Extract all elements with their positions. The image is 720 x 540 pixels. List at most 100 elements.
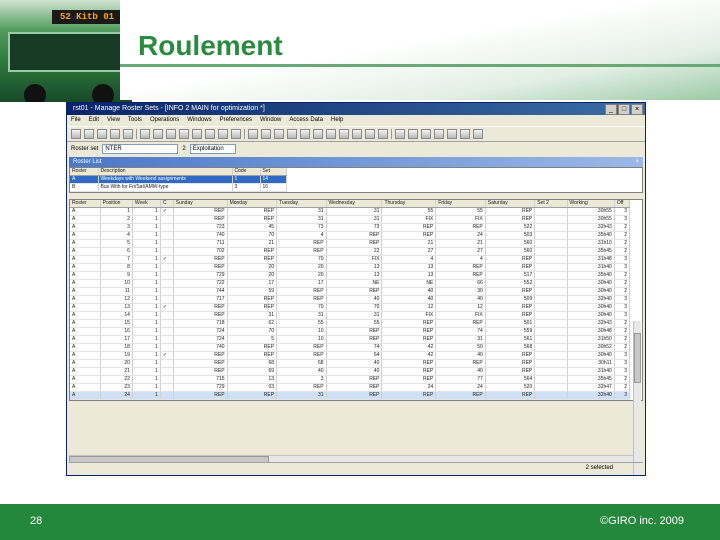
menu-item[interactable]: Tools — [128, 115, 142, 126]
column-header[interactable]: Monday — [227, 200, 278, 208]
menu-item[interactable]: Windows — [187, 115, 211, 126]
table-row[interactable]: A 22 1 715 13 3 REP REP 77 564 35h45 2 — [70, 375, 631, 384]
maximize-button[interactable]: □ — [618, 104, 630, 115]
menu-item[interactable]: File — [71, 115, 81, 126]
table-row[interactable]: A 7 1 ✓ REP REP 70 FIX 4 4 REP 31h48 3 — [70, 255, 631, 264]
toolbar-icon[interactable] — [434, 129, 444, 139]
table-row[interactable]: A 11 1 744 59 REP REP 40 30 REP 30h40 2 — [70, 287, 631, 296]
toolbar-icon[interactable] — [261, 129, 271, 139]
table-row[interactable]: A 1 1 ✓ REP REP 31 31 55 55 REP 30h55 3 — [70, 207, 631, 216]
table-row[interactable]: A 12 1 717 REP REP 40 40 40 509 32h40 3 — [70, 295, 631, 304]
toolbar-icon[interactable] — [248, 129, 258, 139]
table-row[interactable]: A 10 1 722 17 17 NE NE 66 552 30h40 2 — [70, 279, 631, 288]
menu-item[interactable]: Help — [331, 115, 343, 126]
toolbar-icon[interactable] — [352, 129, 362, 139]
minimize-button[interactable]: _ — [605, 104, 617, 115]
toolbar-icon[interactable] — [123, 129, 133, 139]
column-header[interactable]: Working — [567, 200, 615, 208]
toolbar-icon[interactable] — [395, 129, 405, 139]
toolbar-icon[interactable] — [300, 129, 310, 139]
column-header[interactable]: Set — [260, 168, 287, 176]
toolbar-icon[interactable] — [408, 129, 418, 139]
table-row[interactable]: A 4 1 740 70 4 REP REP 24 503 35h40 2 — [70, 231, 631, 240]
table-row[interactable]: A 9 1 729 20 20 13 13 REP 517 35h40 2 — [70, 271, 631, 280]
toolbar-icon[interactable] — [166, 129, 176, 139]
toolbar-icon[interactable] — [378, 129, 388, 139]
column-header[interactable]: Thursday — [381, 200, 437, 208]
column-header[interactable]: Wednesday — [326, 200, 383, 208]
table-row[interactable]: A 23 1 729 03 REP REP 24 24 520 32h47 2 — [70, 383, 631, 392]
table-row[interactable]: A 14 1 REP 31 31 31 FIX FIX REP 30h40 3 — [70, 311, 631, 320]
scroll-thumb[interactable] — [634, 333, 641, 383]
close-icon[interactable]: × — [635, 157, 639, 167]
table-row[interactable]: A 2 1 REP REP 31 31 FIX FIX REP 30h55 3 — [70, 215, 631, 224]
menu-item[interactable]: Preferences — [220, 115, 252, 126]
toolbar-icon[interactable] — [447, 129, 457, 139]
menu-item[interactable]: Edit — [89, 115, 99, 126]
cell: 31 — [326, 215, 383, 224]
toolbar-icon[interactable] — [339, 129, 349, 139]
table-row[interactable]: A 20 1 REP 68 68 40 REP REP REP 30h11 3 — [70, 359, 631, 368]
toolbar-icon[interactable] — [218, 129, 228, 139]
column-header[interactable]: Position — [100, 200, 133, 208]
column-header[interactable]: Description — [98, 168, 233, 176]
toolbar-icon[interactable] — [71, 129, 81, 139]
menu-item[interactable]: View — [107, 115, 120, 126]
column-header[interactable]: Off — [614, 200, 631, 208]
table-row[interactable]: B Bus With for Fri/Sat/AMW-type 3 16 — [70, 183, 287, 192]
toolbar-icon[interactable] — [313, 129, 323, 139]
toolbar-icon[interactable] — [84, 129, 94, 139]
column-header[interactable]: Sunday — [173, 200, 228, 208]
column-header[interactable]: Roster — [70, 168, 99, 176]
table-row[interactable]: A 13 1 ✓ REP REP 70 70 12 12 REP 30h40 3 — [70, 303, 631, 312]
cell: 3 — [100, 223, 133, 232]
cell: 55 — [435, 207, 486, 216]
toolbar-icon[interactable] — [287, 129, 297, 139]
menu-item[interactable]: Operations — [150, 115, 179, 126]
toolbar-icon[interactable] — [140, 129, 150, 139]
toolbar-icon[interactable] — [365, 129, 375, 139]
close-button[interactable]: × — [631, 104, 643, 115]
roster-set-description-field[interactable]: Exploitation — [189, 143, 236, 154]
toolbar-icon[interactable] — [205, 129, 215, 139]
toolbar-icon[interactable] — [110, 129, 120, 139]
cell: A — [70, 303, 101, 312]
toolbar-icon[interactable] — [192, 129, 202, 139]
table-row[interactable]: A 8 1 REP 20 20 13 13 REP REP 31h40 3 — [70, 263, 631, 272]
roster-set-code-field[interactable]: NTER — [102, 143, 179, 154]
table-row[interactable]: A 15 1 718 62 55 55 REP REP 501 32h43 2 — [70, 319, 631, 328]
table-row[interactable]: A 5 1 711 21 REP REP 21 21 560 31h10 2 — [70, 239, 631, 248]
column-header[interactable]: Roster — [70, 200, 101, 208]
toolbar-icon[interactable] — [460, 129, 470, 139]
column-header[interactable]: C — [160, 200, 174, 208]
column-header[interactable]: Tuesday — [276, 200, 327, 208]
toolbar-icon[interactable] — [231, 129, 241, 139]
bus-wheel — [24, 84, 46, 102]
table-row[interactable]: A 24 1 REP REP 31 REP REP REP REP 32h40 3 — [70, 391, 631, 400]
toolbar-icon[interactable] — [179, 129, 189, 139]
cell: 32h40 — [567, 295, 615, 304]
column-header[interactable]: Week — [132, 200, 161, 208]
toolbar-icon[interactable] — [473, 129, 483, 139]
menu-item[interactable]: Access Data — [289, 115, 323, 126]
vertical-scrollbar[interactable] — [633, 321, 641, 475]
table-row[interactable]: A Weekdays with Weekend assignments 1 14 — [70, 175, 287, 184]
table-row[interactable]: A 17 1 724 5 10 REP REP 31 561 31h50 2 — [70, 335, 631, 344]
column-header[interactable]: Set 2 — [534, 200, 568, 208]
column-header[interactable]: Friday — [435, 200, 486, 208]
toolbar-icon[interactable] — [421, 129, 431, 139]
toolbar-icon[interactable] — [153, 129, 163, 139]
table-row[interactable]: A 18 1 740 REP REP 74 42 50 568 30h52 2 — [70, 343, 631, 352]
column-header[interactable]: Saturday — [485, 200, 536, 208]
table-row[interactable]: A 6 1 702 REP REP 22 27 27 560 35h45 2 — [70, 247, 631, 256]
table-row[interactable]: A 21 1 REP 69 40 40 REP 40 REP 31h40 3 — [70, 367, 631, 376]
toolbar-icon[interactable] — [97, 129, 107, 139]
toolbar-icon[interactable] — [326, 129, 336, 139]
toolbar-icon[interactable] — [274, 129, 284, 139]
cell — [534, 375, 568, 384]
menu-item[interactable]: Window — [260, 115, 281, 126]
table-row[interactable]: A 16 1 724 70 10 REP REP 74 559 30h48 2 — [70, 327, 631, 336]
column-header[interactable]: Code — [232, 168, 261, 176]
table-row[interactable]: A 3 1 723 45 73 73 REP REP 522 32h43 2 — [70, 223, 631, 232]
table-row[interactable]: A 19 1 ✓ REP REP REP 64 42 40 REP 30h40 3 — [70, 351, 631, 360]
